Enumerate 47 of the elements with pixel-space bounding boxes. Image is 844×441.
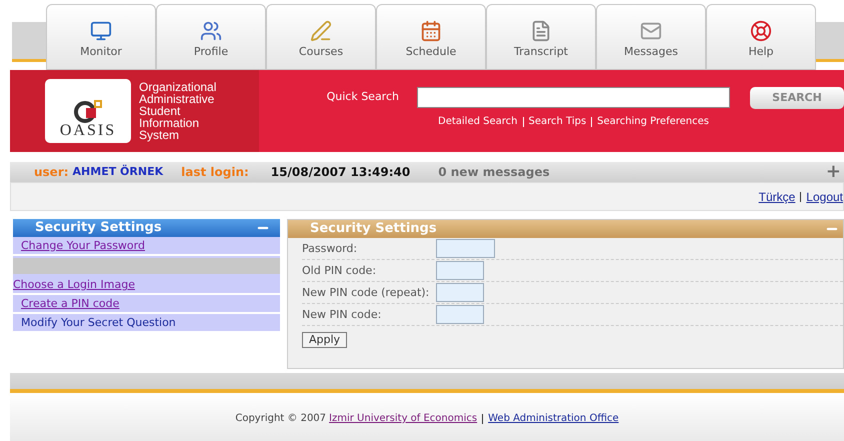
field-label: New PIN code: — [302, 308, 382, 321]
apply-button[interactable]: Apply — [302, 332, 348, 348]
user-name: AHMET ÖRNEK — [72, 164, 164, 180]
copyright-text: Copyright © 2007 — [235, 412, 326, 426]
people-icon — [200, 20, 222, 42]
field-label: Old PIN code: — [302, 264, 378, 277]
nav-tab[interactable]: Profile — [156, 4, 266, 70]
sidebar-item[interactable]: Modify Your Secret Question — [13, 314, 280, 331]
user-label: user: — [34, 164, 69, 181]
login-time: 15/08/2007 13:49:40 — [270, 164, 410, 181]
search-link[interactable]: Detailed Search — [438, 114, 518, 129]
sidebar-title: Security Settings — [35, 219, 162, 238]
calendar-icon — [420, 20, 442, 42]
footer-link[interactable]: Izmir University of Economics — [329, 411, 478, 426]
system-name: Organizational Administrative Student Information System — [139, 81, 216, 141]
footer-link[interactable]: Web Administration Office — [488, 411, 619, 426]
monitor-icon — [90, 20, 112, 42]
logo-text: OASIS — [60, 123, 116, 139]
text-field[interactable] — [436, 283, 484, 302]
nav-tab[interactable]: Transcript — [486, 4, 596, 70]
search-link[interactable]: Search Tips — [528, 114, 586, 129]
nav-tab[interactable]: Messages — [596, 4, 706, 70]
messages-count[interactable]: 0 new messages — [438, 163, 550, 181]
logo-mark-icon — [73, 99, 103, 123]
lifebuoy-icon — [750, 20, 772, 42]
header-link[interactable]: Türkçe — [758, 188, 796, 206]
sidebar-item[interactable]: Change Your Password — [13, 237, 280, 256]
text-field[interactable] — [436, 239, 495, 258]
field-label: New PIN code (repeat): — [302, 286, 430, 299]
nav-tab[interactable]: Monitor — [46, 4, 156, 70]
nav-tab[interactable]: Schedule — [376, 4, 486, 70]
text-field[interactable] — [436, 261, 484, 280]
text-field[interactable] — [436, 305, 484, 324]
field-label: Password: — [302, 242, 358, 255]
search-link[interactable]: Searching Preferences — [597, 114, 709, 129]
sidebar-item[interactable]: Choose a Login Image — [13, 276, 280, 295]
header-link[interactable]: Logout — [806, 188, 843, 206]
nav-tab[interactable]: Courses — [266, 4, 376, 70]
login-label: last login: — [181, 164, 249, 181]
quick-search-label: Quick Search — [326, 89, 399, 105]
pen-icon — [310, 20, 332, 42]
search-field[interactable] — [417, 87, 730, 108]
form-title: Security Settings — [310, 220, 437, 238]
expand-icon[interactable]: + — [826, 163, 841, 181]
document-icon — [530, 20, 552, 42]
sidebar-item[interactable]: Create a PIN code — [13, 295, 280, 314]
nav-tab[interactable]: Help — [706, 4, 816, 70]
